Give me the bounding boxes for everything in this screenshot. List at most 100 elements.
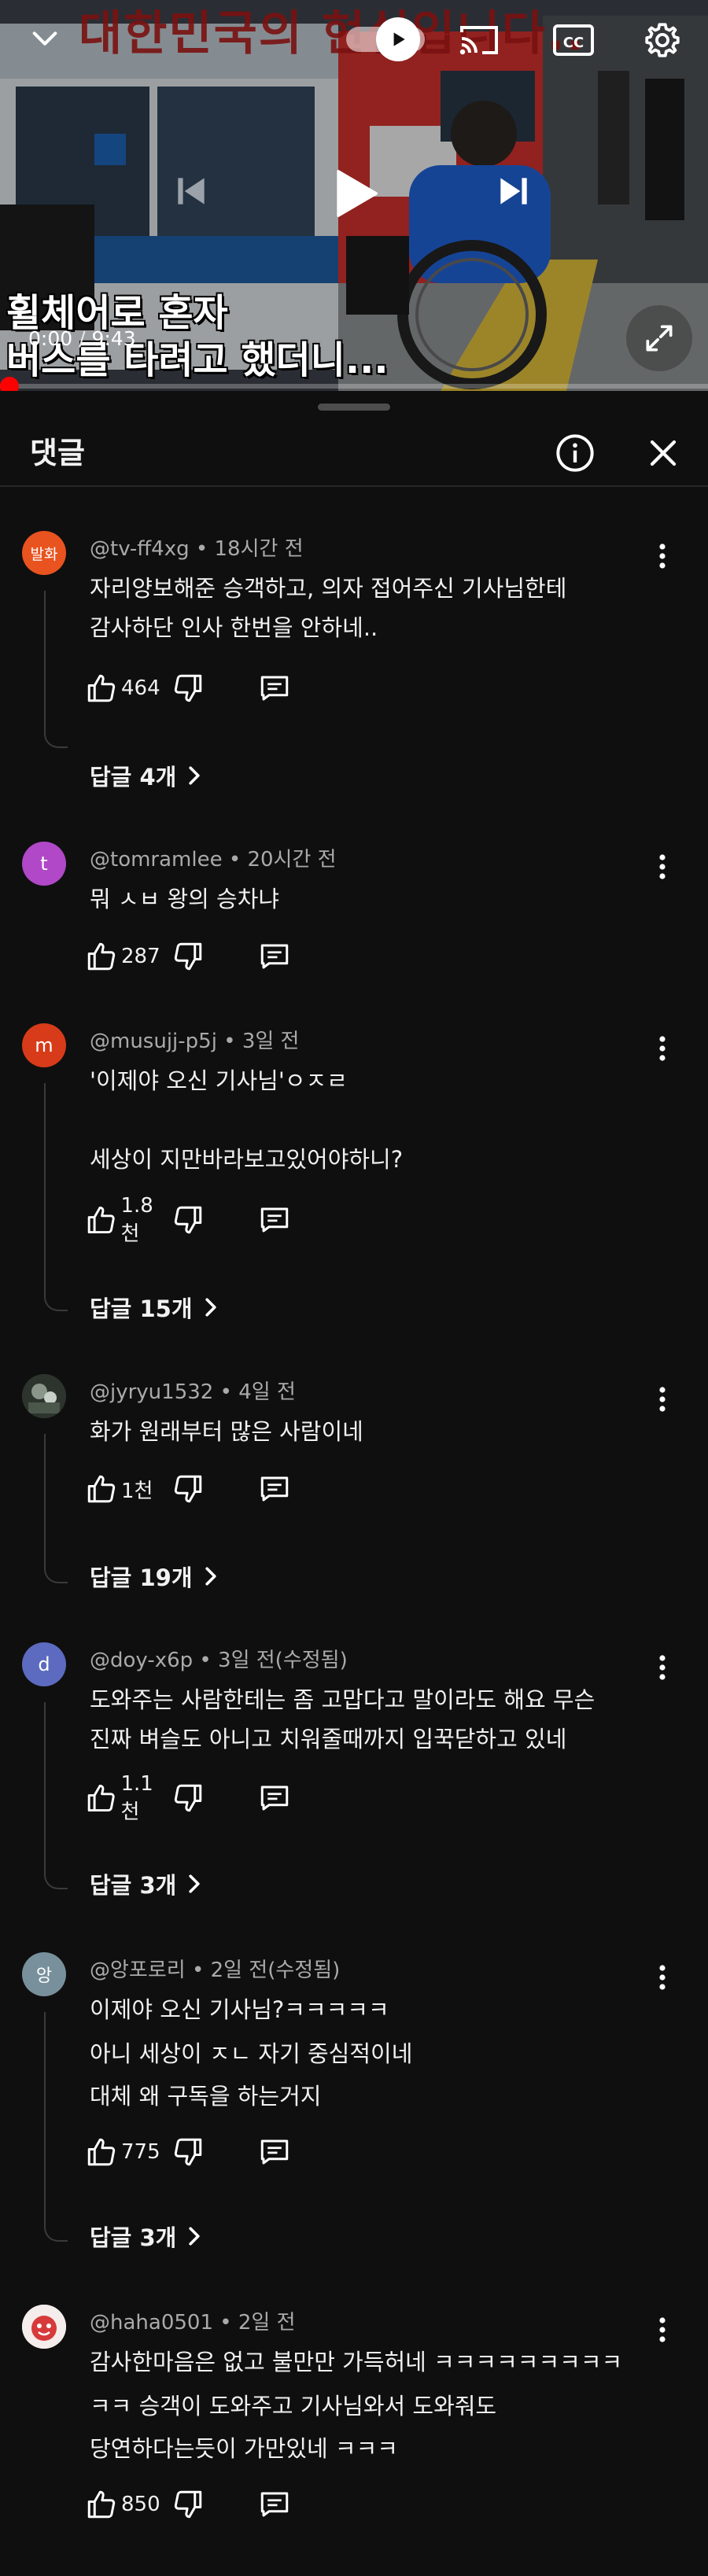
avatar[interactable]: m xyxy=(22,1023,66,1067)
avatar[interactable] xyxy=(22,1374,66,1418)
fullscreen-icon xyxy=(646,325,673,352)
like-button[interactable]: 1.8천 xyxy=(85,1194,171,1247)
dislike-button[interactable] xyxy=(171,1472,258,1505)
video-overlay-title: 대한민국의 현실입니다.. xyxy=(79,6,586,61)
avatar[interactable]: 발화 xyxy=(22,531,66,575)
more-vert-icon xyxy=(659,544,666,569)
reply-icon xyxy=(260,1786,289,1811)
avatar-image xyxy=(22,2305,66,2349)
like-button[interactable]: 775 xyxy=(85,2136,171,2169)
current-time: 0:00 xyxy=(28,327,73,350)
like-button[interactable]: 1.1천 xyxy=(85,1772,171,1825)
autoplay-knob xyxy=(376,17,420,61)
reply-button[interactable] xyxy=(258,672,305,705)
comment-author[interactable]: @tv-ff4xg xyxy=(90,537,190,561)
skip-next-icon xyxy=(500,178,527,205)
comment-time: 3일 전 xyxy=(242,1030,300,1053)
autoplay-toggle-icon xyxy=(393,32,405,46)
thumb-up-icon xyxy=(87,1206,115,1234)
comment-meta: @tv-ff4xg • 18시간 전 xyxy=(90,537,304,561)
thumb-down-icon xyxy=(174,1206,202,1234)
comment-actions: 1천 xyxy=(85,1467,305,1511)
comment-more-button[interactable] xyxy=(647,1955,678,1999)
like-button[interactable]: 287 xyxy=(85,940,171,973)
chevron-right-icon xyxy=(205,1298,216,1317)
chevron-right-icon xyxy=(189,766,200,785)
like-count: 775 xyxy=(121,2140,160,2164)
thumb-down-icon xyxy=(174,1475,202,1503)
dislike-button[interactable] xyxy=(171,2136,258,2169)
captions-button[interactable]: CC xyxy=(548,16,599,64)
reply-button[interactable] xyxy=(258,2136,305,2169)
comment-author[interactable]: @jyryu1532 xyxy=(90,1380,213,1404)
comment-actions: 1.1천 xyxy=(85,1772,305,1824)
dislike-button[interactable] xyxy=(171,1782,258,1815)
comment-text-line: 뭐 ㅅㅂ 왕의 승차냐 xyxy=(90,886,280,912)
view-replies-link[interactable]: 답글 19개 xyxy=(90,1560,218,1593)
view-replies-link[interactable]: 답글 15개 xyxy=(90,1291,218,1324)
thumb-up-icon xyxy=(87,674,116,702)
comment-text-line: 대체 왜 구독을 하는거지 xyxy=(90,2083,322,2110)
like-button[interactable]: 1천 xyxy=(85,1472,171,1505)
more-vert-icon xyxy=(659,2317,666,2342)
autoplay-toggle[interactable] xyxy=(346,17,425,61)
collapse-player-button[interactable] xyxy=(20,14,69,63)
thumb-down-icon xyxy=(174,674,202,702)
reply-icon xyxy=(260,944,289,969)
chevron-right-icon xyxy=(189,1874,200,1893)
comment-text-line: 도와주는 사람한테는 좀 고맙다고 말이라도 해요 무슨 xyxy=(90,1686,596,1713)
replies-count: 답글 3개 xyxy=(90,2224,177,2251)
dislike-button[interactable] xyxy=(171,672,258,705)
comment-author[interactable]: @tomramlee xyxy=(90,848,223,872)
comment-more-button[interactable] xyxy=(647,1026,678,1071)
comment-more-button[interactable] xyxy=(647,2308,678,2352)
avatar[interactable]: d xyxy=(22,1642,66,1686)
reply-button[interactable] xyxy=(258,940,305,973)
comment-author[interactable]: @앙포로리 xyxy=(90,1959,186,1982)
svg-text:CC: CC xyxy=(563,35,584,51)
video-player[interactable]: 대한민국의 현실입니다.. CC 휠체어로 혼자 버스를 타려고 했더니... … xyxy=(0,0,708,391)
comment-more-button[interactable] xyxy=(647,1377,678,1421)
settings-button[interactable] xyxy=(636,14,689,66)
thumb-up-icon xyxy=(87,2490,116,2519)
thread-line xyxy=(44,2012,68,2242)
replies-count: 답글 3개 xyxy=(90,1872,177,1899)
comment-more-button[interactable] xyxy=(647,534,678,578)
reply-button[interactable] xyxy=(258,1472,305,1505)
thumb-down-icon xyxy=(174,942,202,971)
comment-more-button[interactable] xyxy=(647,1645,678,1690)
close-panel-button[interactable] xyxy=(639,429,688,477)
comment-meta: @앙포로리 • 2일 전(수정됨) xyxy=(90,1959,341,1982)
comment-author[interactable]: @musujj-p5j xyxy=(90,1030,217,1053)
comment-author[interactable]: @haha0501 xyxy=(90,2311,213,2335)
previous-video-button[interactable] xyxy=(164,164,219,219)
like-button[interactable]: 850 xyxy=(85,2488,171,2521)
dislike-button[interactable] xyxy=(171,2488,258,2521)
comments-info-button[interactable] xyxy=(551,429,599,477)
comment-time: 18시간 전 xyxy=(214,537,304,561)
comment-meta: @tomramlee • 20시간 전 xyxy=(90,848,337,872)
comment-more-button[interactable] xyxy=(647,845,678,889)
dislike-button[interactable] xyxy=(171,1203,258,1236)
view-replies-link[interactable]: 답글 3개 xyxy=(90,2220,201,2253)
play-button[interactable] xyxy=(315,154,393,233)
next-video-button[interactable] xyxy=(486,164,541,219)
comment-author[interactable]: @doy-x6p xyxy=(90,1649,193,1672)
view-replies-link[interactable]: 답글 3개 xyxy=(90,1867,201,1900)
reply-button[interactable] xyxy=(258,2488,305,2521)
seek-bar[interactable] xyxy=(0,377,708,391)
avatar[interactable]: t xyxy=(22,842,66,886)
panel-drag-handle[interactable] xyxy=(318,404,390,411)
dislike-button[interactable] xyxy=(171,940,258,973)
comment-text-line: 당연하다는듯이 가만있네 ㅋㅋㅋ xyxy=(90,2435,398,2462)
seek-bar-handle[interactable] xyxy=(0,377,19,391)
reply-button[interactable] xyxy=(258,1782,305,1815)
avatar[interactable]: 앙 xyxy=(22,1952,66,1996)
comment-actions: 1.8천 xyxy=(85,1194,305,1246)
fullscreen-button[interactable] xyxy=(626,305,692,371)
avatar[interactable] xyxy=(22,2305,66,2349)
cast-button[interactable] xyxy=(455,16,503,64)
like-button[interactable]: 464 xyxy=(85,672,171,705)
view-replies-link[interactable]: 답글 4개 xyxy=(90,759,201,792)
reply-button[interactable] xyxy=(258,1203,305,1236)
